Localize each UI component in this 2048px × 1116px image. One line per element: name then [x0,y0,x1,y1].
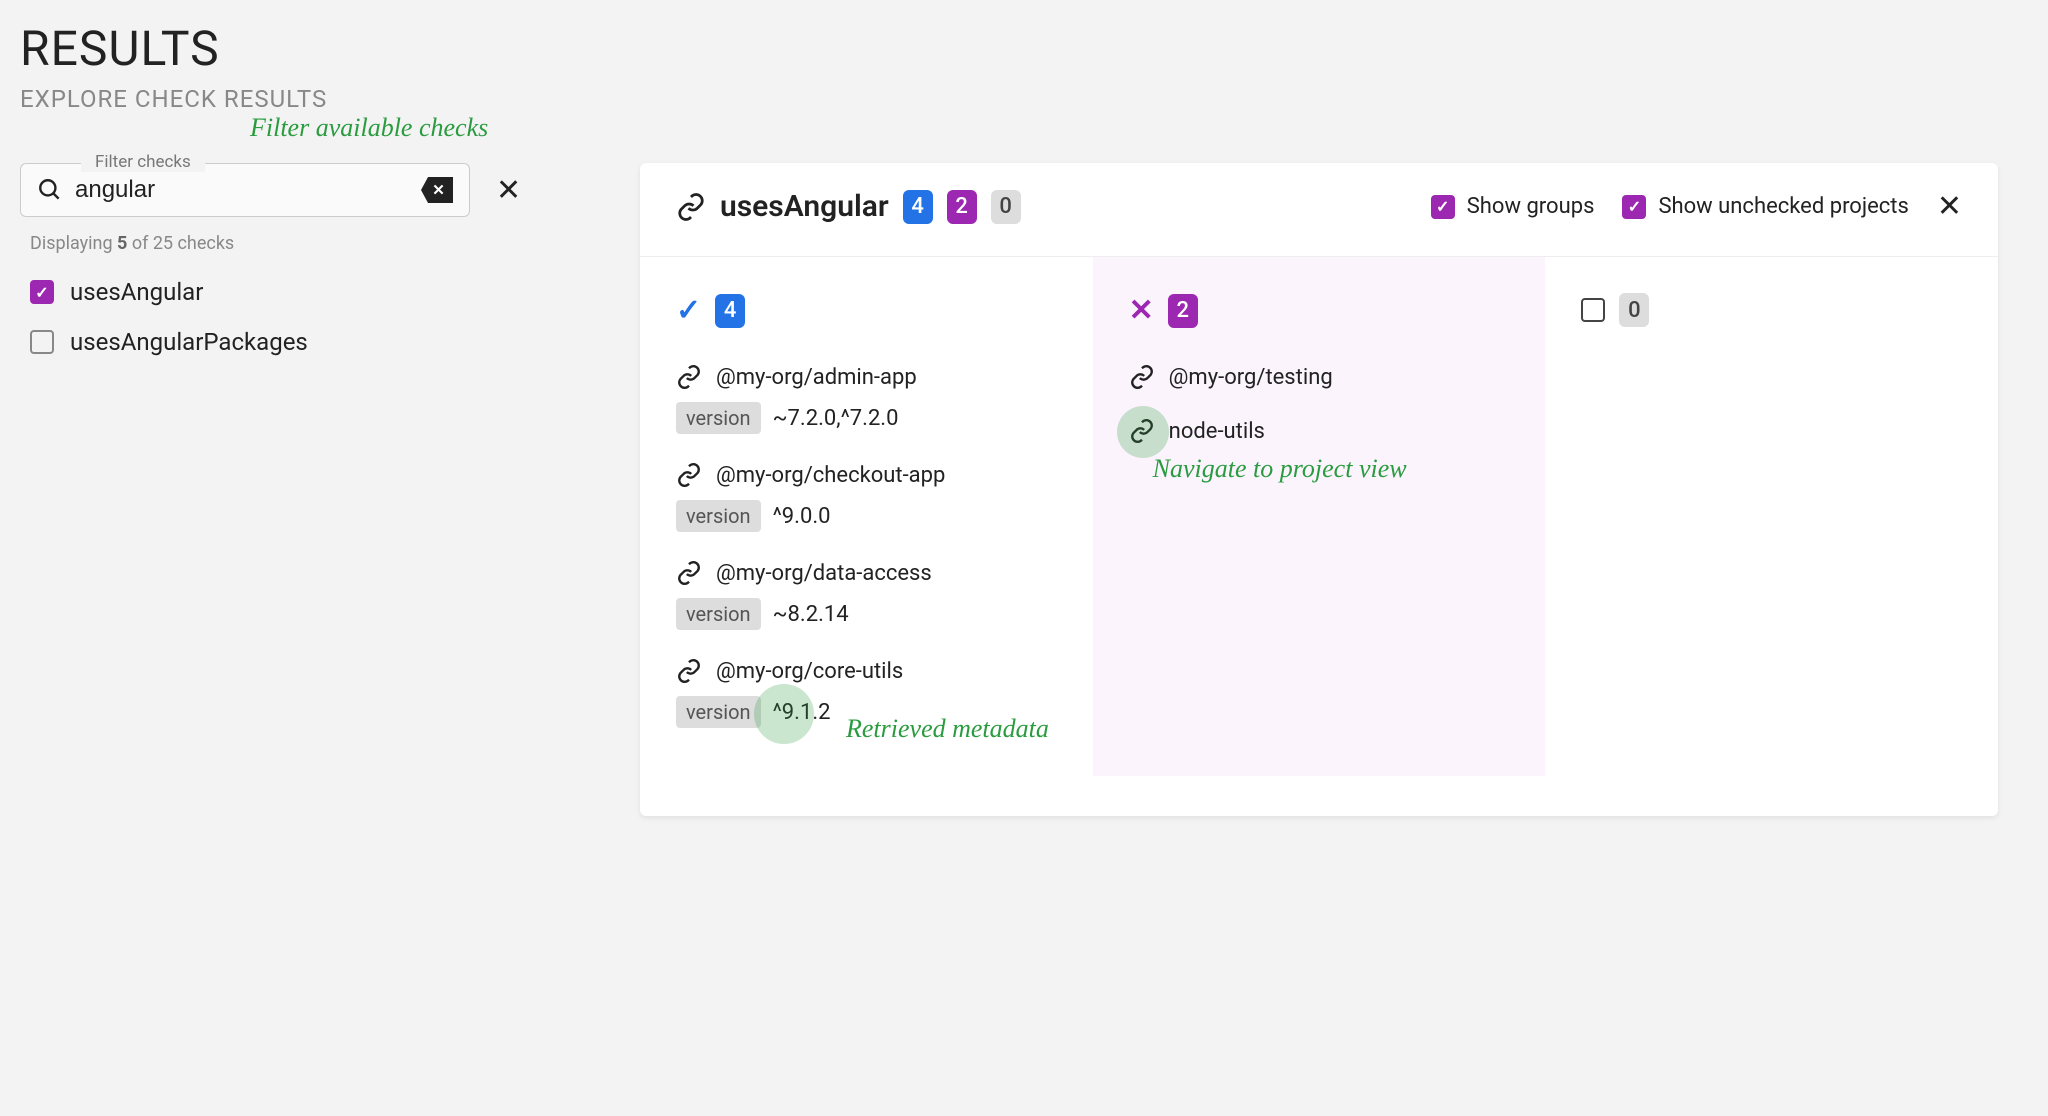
meta-value: ^9.1.2 [773,700,831,725]
project-item: @my-org/checkout-app version ^9.0.0 [676,462,1063,532]
meta-value: ~7.2.0,^7.2.0 [773,406,899,431]
checkbox-icon[interactable] [1622,195,1646,219]
column-count: 0 [1619,293,1649,327]
link-icon[interactable] [676,462,702,488]
project-item: @my-org/testing [1129,364,1516,390]
project-name[interactable]: @my-org/checkout-app [716,463,945,488]
filter-input[interactable] [75,176,409,204]
panel-title: usesAngular [720,189,889,224]
filter-box: Filter checks [20,163,470,217]
check-label: usesAngularPackages [70,328,308,356]
badge-pass: 4 [903,190,933,224]
check-label: usesAngular [70,278,203,306]
check-icon: ✓ [676,293,701,328]
meta-value: ~8.2.14 [773,602,849,627]
column-none: 0 [1545,257,1998,776]
column-fail: ✕ 2 @my-org/testing [1093,257,1546,776]
badge-none: 0 [991,190,1021,224]
meta-value: ^9.0.0 [773,504,831,529]
close-filter-button[interactable]: ✕ [496,173,521,208]
cross-icon: ✕ [1129,293,1154,328]
checkbox-icon[interactable] [30,330,54,354]
main-panel-area: usesAngular 4 2 0 Show groups Show unche… [640,163,2028,816]
search-icon [37,177,63,203]
check-item-usesangular[interactable]: usesAngular [30,278,580,306]
meta-label: version [676,696,761,728]
column-count: 2 [1168,294,1198,328]
link-icon[interactable] [1129,364,1155,390]
meta-label: version [676,402,761,434]
project-name[interactable]: @my-org/admin-app [716,365,917,390]
column-count: 4 [715,294,745,328]
close-panel-button[interactable]: ✕ [1937,189,1962,224]
project-name[interactable]: @my-org/testing [1169,365,1333,390]
link-icon[interactable] [676,560,702,586]
result-panel: usesAngular 4 2 0 Show groups Show unche… [640,163,1998,816]
project-name[interactable]: @my-org/data-access [716,561,932,586]
annotation-filter: Filter available checks [250,113,488,143]
checkbox-icon[interactable] [1431,195,1455,219]
annotation-navigate: Navigate to project view [1153,454,1407,484]
project-item: @my-org/admin-app version ~7.2.0,^7.2.0 [676,364,1063,434]
project-item: @my-org/core-utils version ^9.1.2 Retrie… [676,658,1063,728]
badge-fail: 2 [947,190,977,224]
clear-input-button[interactable] [421,177,453,203]
meta-label: version [676,598,761,630]
project-name[interactable]: node-utils [1169,419,1265,444]
result-columns: ✓ 4 @my-org/admin-app version ~7.2.0,^7.… [640,256,1998,776]
filter-legend: Filter checks [81,152,205,172]
project-item: @my-org/data-access version ~8.2.14 [676,560,1063,630]
panel-header: usesAngular 4 2 0 Show groups Show unche… [676,189,1962,224]
show-groups-toggle[interactable]: Show groups [1431,194,1595,219]
link-icon[interactable] [676,192,706,222]
annotation-metadata: Retrieved metadata [846,714,1049,744]
sidebar: Filter available checks Filter checks ✕ … [20,163,580,816]
project-item: node-utils Navigate to project view [1129,418,1516,444]
check-list: usesAngular usesAngularPackages [20,278,580,356]
page-title: RESULTS [20,20,2028,77]
checkbox-icon[interactable] [30,280,54,304]
results-count: Displaying 5 of 25 checks [30,233,580,254]
show-unchecked-toggle[interactable]: Show unchecked projects [1622,194,1908,219]
check-item-usesangularpackages[interactable]: usesAngularPackages [30,328,580,356]
project-name[interactable]: @my-org/core-utils [716,659,903,684]
column-pass: ✓ 4 @my-org/admin-app version ~7.2.0,^7.… [640,257,1093,776]
link-icon[interactable] [676,364,702,390]
page-subtitle: EXPLORE CHECK RESULTS [20,85,2028,113]
link-icon[interactable] [1129,418,1155,444]
checkbox-icon [1581,298,1605,322]
meta-label: version [676,500,761,532]
link-icon[interactable] [676,658,702,684]
